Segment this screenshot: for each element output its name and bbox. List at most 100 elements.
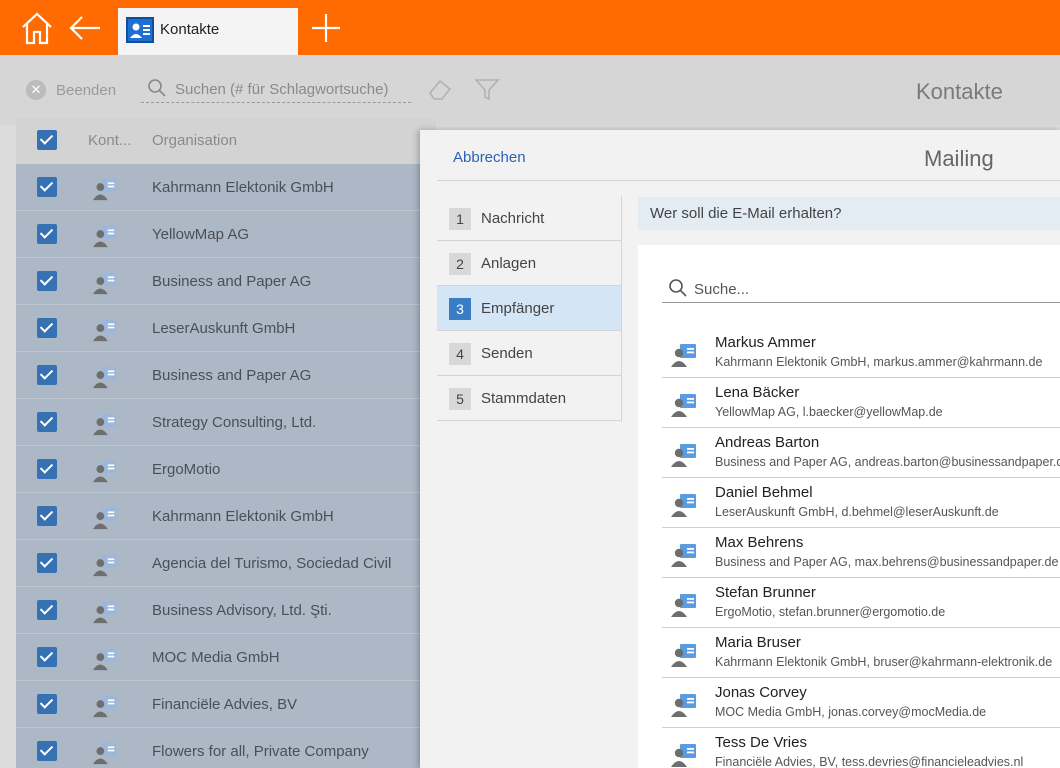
list-toolbar: ✕ Beenden Suchen (# für Schlagwortsuche)… [0, 55, 1060, 125]
organisation-label: Strategy Consulting, Ltd. [152, 414, 317, 431]
table-row[interactable]: Business and Paper AG [16, 352, 436, 399]
row-checkbox[interactable] [37, 506, 57, 526]
recipient-detail: YellowMap AG, l.baecker@yellowMap.de [715, 405, 943, 419]
list-header: Kont... Organisation [16, 118, 436, 164]
row-checkbox[interactable] [37, 412, 57, 432]
table-row[interactable]: Business Advisory, Ltd. Şti. [16, 587, 436, 634]
row-checkbox[interactable] [37, 600, 57, 620]
beenden-button[interactable]: Beenden [56, 82, 116, 99]
search-input[interactable]: Suchen (# für Schlagwortsuche) [141, 75, 411, 103]
organisation-label: Business and Paper AG [152, 273, 312, 290]
recipient-item[interactable]: Lena Bäcker YellowMap AG, l.baecker@yello… [662, 378, 1060, 428]
recipient-detail: Business and Paper AG, max.behrens@busin… [715, 555, 1059, 569]
table-row[interactable]: Agencia del Turismo, Sociedad Civil [16, 540, 436, 587]
contact-icon [671, 444, 696, 467]
plus-icon[interactable] [308, 10, 344, 46]
table-row[interactable]: Business and Paper AG [16, 258, 436, 305]
organisation-label: Flowers for all, Private Company [152, 743, 369, 760]
table-row[interactable]: Kahrmann Elektonik GmbH [16, 493, 436, 540]
contact-icon [92, 507, 117, 530]
organisation-label: ErgoMotio [152, 461, 221, 478]
recipient-item[interactable]: Tess De Vries Financiële Advies, BV, tess… [662, 728, 1060, 768]
table-row[interactable]: Strategy Consulting, Ltd. [16, 399, 436, 446]
row-checkbox[interactable] [37, 741, 57, 761]
organisation-label: YellowMap AG [152, 226, 250, 243]
organisation-label: Financiële Advies, BV [152, 696, 298, 713]
recipient-item[interactable]: Jonas Corvey MOC Media GmbH, jonas.corvey… [662, 678, 1060, 728]
wizard-step[interactable]: 4 Senden [437, 331, 622, 376]
wizard-step[interactable]: 2 Anlagen [437, 241, 622, 286]
row-checkbox[interactable] [37, 271, 57, 291]
recipient-detail: LeserAuskunft GmbH, d.behmel@leserAuskun… [715, 505, 999, 519]
recipient-item[interactable]: Maria Bruser Kahrmann Elektonik GmbH, bru… [662, 628, 1060, 678]
divider [621, 196, 622, 422]
contact-icon [671, 494, 696, 517]
organisation-label: MOC Media GmbH [152, 649, 280, 666]
contact-icon [671, 344, 696, 367]
contact-icon [671, 594, 696, 617]
row-checkbox[interactable] [37, 459, 57, 479]
organisation-label: Business and Paper AG [152, 367, 312, 384]
wizard-step[interactable]: 1 Nachricht [437, 196, 622, 241]
tab-kontakte[interactable]: Kontakte [118, 8, 298, 55]
row-checkbox[interactable] [37, 177, 57, 197]
recipient-item[interactable]: Max Behrens Business and Paper AG, max.be… [662, 528, 1060, 578]
row-checkbox[interactable] [37, 694, 57, 714]
mailing-dialog: Abbrechen Mailing 1 Nachricht 2 Anlagen 3 Emp… [420, 130, 1060, 768]
table-row[interactable]: LeserAuskunft GmbH [16, 305, 436, 352]
recipient-item[interactable]: Daniel Behmel LeserAuskunft GmbH, d.behme… [662, 478, 1060, 528]
recipient-detail: ErgoMotio, stefan.brunner@ergomotio.de [715, 605, 946, 619]
close-icon[interactable]: ✕ [26, 80, 46, 100]
select-all-checkbox[interactable] [37, 130, 57, 150]
question-text: Wer soll die E-Mail erhalten? [650, 205, 842, 222]
recipient-item[interactable]: Andreas Barton Business and Paper AG, and… [662, 428, 1060, 478]
contact-icon [92, 272, 117, 295]
table-row[interactable]: Kahrmann Elektonik GmbH [16, 164, 436, 211]
table-row[interactable]: MOC Media GmbH [16, 634, 436, 681]
contact-icon [92, 366, 117, 389]
recipient-search-input[interactable]: Suche... [662, 273, 1060, 303]
contact-icon [671, 694, 696, 717]
home-icon[interactable] [19, 10, 55, 46]
page-title: Kontakte [916, 79, 1003, 104]
table-row[interactable]: Financiële Advies, BV [16, 681, 436, 728]
eraser-icon[interactable] [426, 75, 454, 103]
recipient-detail: Financiële Advies, BV, tess.devries@fina… [715, 755, 1024, 768]
recipient-detail: Kahrmann Elektonik GmbH, bruser@kahrmann… [715, 655, 1053, 669]
step-number: 5 [449, 388, 471, 410]
contact-icon [92, 601, 117, 624]
column-header-kontakt[interactable]: Kont... [88, 132, 131, 149]
recipient-item[interactable]: Stefan Brunner ErgoMotio, stefan.brunner@… [662, 578, 1060, 628]
wizard-step[interactable]: 3 Empfänger [437, 286, 622, 331]
divider [437, 180, 1060, 181]
filter-icon[interactable] [473, 75, 501, 103]
search-icon [669, 279, 687, 297]
recipient-item[interactable]: Markus Ammer Kahrmann Elektonik GmbH, mar… [662, 328, 1060, 378]
column-header-organisation[interactable]: Organisation [152, 132, 237, 149]
row-checkbox[interactable] [37, 224, 57, 244]
arrow-left-icon[interactable] [67, 10, 103, 46]
tab-label: Kontakte [160, 21, 220, 38]
contact-icon [92, 319, 117, 342]
recipient-name: Lena Bäcker [715, 384, 800, 401]
recipient-detail: Business and Paper AG, andreas.barton@bu… [715, 455, 1060, 469]
search-placeholder: Suche... [694, 281, 750, 298]
table-row[interactable]: Flowers for all, Private Company [16, 728, 436, 768]
contact-icon [671, 394, 696, 417]
row-checkbox[interactable] [37, 365, 57, 385]
organisation-label: Kahrmann Elektonik GmbH [152, 179, 334, 196]
row-checkbox[interactable] [37, 318, 57, 338]
table-row[interactable]: YellowMap AG [16, 211, 436, 258]
wizard-steps: 1 Nachricht 2 Anlagen 3 Empfänger 4 Senden 5 Stam… [437, 196, 622, 421]
contact-icon [92, 554, 117, 577]
contact-icon [92, 413, 117, 436]
step-label: Empfänger [481, 300, 555, 317]
table-row[interactable]: ErgoMotio [16, 446, 436, 493]
row-checkbox[interactable] [37, 647, 57, 667]
cancel-button[interactable]: Abbrechen [453, 149, 526, 166]
recipient-name: Daniel Behmel [715, 484, 813, 501]
row-checkbox[interactable] [37, 553, 57, 573]
recipient-detail: MOC Media GmbH, jonas.corvey@mocMedia.de [715, 705, 987, 719]
wizard-step[interactable]: 5 Stammdaten [437, 376, 622, 421]
step-question: Wer soll die E-Mail erhalten? [638, 197, 1060, 230]
